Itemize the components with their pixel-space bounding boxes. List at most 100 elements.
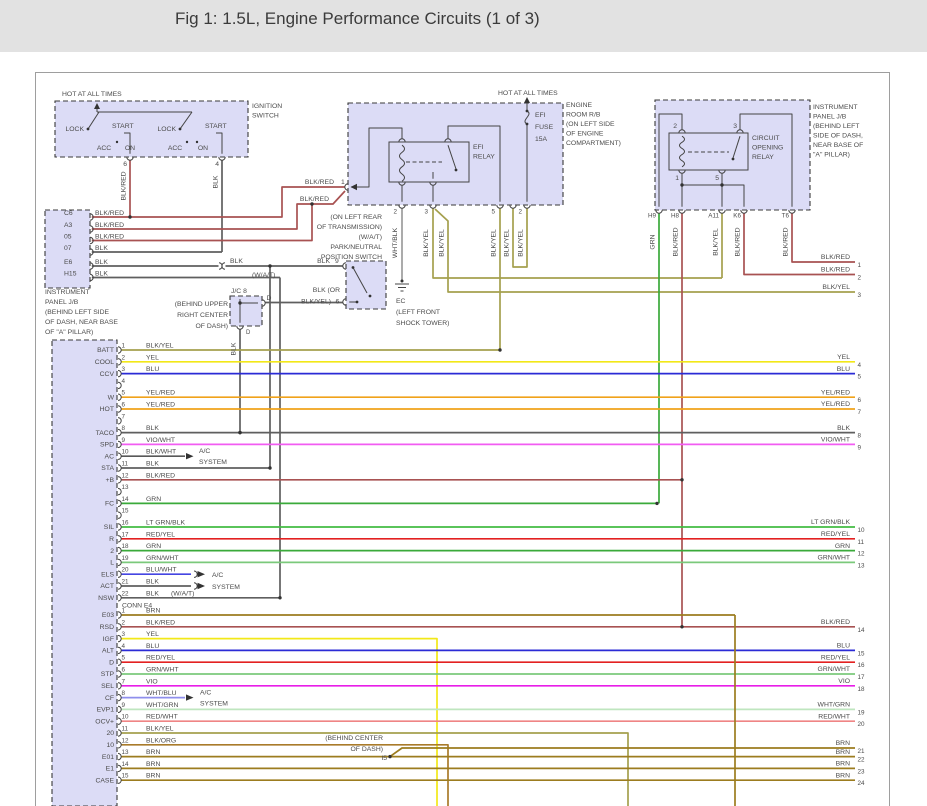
label: BLK/RED bbox=[95, 234, 124, 241]
label: BLK bbox=[230, 258, 243, 265]
label: BRN bbox=[146, 608, 160, 615]
junction-dot bbox=[87, 128, 90, 131]
label: 15 bbox=[122, 773, 130, 780]
label: INSTRUMENT bbox=[813, 104, 858, 111]
label: 19 bbox=[858, 709, 866, 716]
label: (W/A/T) bbox=[252, 272, 275, 279]
label: 07 bbox=[64, 245, 72, 252]
label: ROOM R/B bbox=[566, 112, 601, 119]
label: BLK bbox=[146, 590, 159, 597]
label: 3 bbox=[122, 631, 126, 638]
label: 13 bbox=[122, 484, 130, 491]
label: 19 bbox=[122, 555, 130, 562]
label: BLK/YEL bbox=[491, 229, 498, 257]
label: 6 bbox=[123, 161, 127, 168]
label: SYSTEM bbox=[199, 459, 227, 466]
label: I5 bbox=[381, 755, 387, 762]
label: BLK/YEL bbox=[504, 229, 511, 257]
label: ON bbox=[125, 145, 135, 152]
label: BLK/RED bbox=[821, 619, 850, 626]
label: BLU bbox=[146, 643, 159, 650]
label: RELAY bbox=[752, 154, 774, 161]
label: BLK/RED bbox=[673, 227, 680, 256]
label: RIGHT CENTER bbox=[177, 312, 228, 319]
label: BRN bbox=[146, 749, 160, 756]
label: CF bbox=[105, 695, 114, 702]
label: LT GRN/BLK bbox=[811, 519, 850, 526]
label: BLK bbox=[317, 258, 330, 265]
label: 12 bbox=[122, 737, 130, 744]
label: BLK/WHT bbox=[146, 449, 176, 456]
junction-dot bbox=[680, 183, 683, 186]
label: HOT AT ALL TIMES bbox=[62, 91, 122, 98]
label: AC bbox=[105, 453, 115, 460]
label: 21 bbox=[858, 748, 866, 755]
label: 9 bbox=[122, 702, 126, 709]
label: 12 bbox=[858, 551, 866, 558]
label: BRN bbox=[146, 761, 160, 768]
label: 22 bbox=[122, 590, 130, 597]
label: 21 bbox=[122, 579, 130, 586]
junction-dot bbox=[268, 264, 271, 267]
label: HOT AT ALL TIMES bbox=[498, 90, 558, 97]
label: GRN/WHT bbox=[818, 555, 850, 562]
label: START bbox=[112, 123, 134, 130]
label: T6 bbox=[782, 213, 790, 220]
label: 2 bbox=[518, 209, 522, 216]
label: BLK bbox=[213, 175, 220, 188]
label: 1 bbox=[122, 343, 126, 350]
component-box bbox=[348, 103, 563, 205]
label: RED/WHT bbox=[818, 713, 850, 720]
junction-dot bbox=[116, 141, 118, 143]
label: 3 bbox=[733, 123, 737, 130]
label: BLK bbox=[146, 579, 159, 586]
label: A11 bbox=[708, 213, 719, 220]
label: 7 bbox=[122, 413, 126, 420]
label: E03 bbox=[102, 612, 114, 619]
label: 10 bbox=[858, 527, 866, 534]
label: 1 bbox=[675, 175, 679, 182]
label: BLK/RED bbox=[783, 227, 790, 256]
label: 5 bbox=[491, 209, 495, 216]
label: BLU/WHT bbox=[146, 567, 177, 574]
label: 10 bbox=[122, 449, 130, 456]
label: WHT/BLU bbox=[146, 690, 177, 697]
label: E6 bbox=[64, 259, 73, 266]
label: OPENING bbox=[752, 145, 783, 152]
label: OF DASH) bbox=[351, 746, 383, 753]
label: 8 bbox=[858, 433, 862, 440]
label: 6 bbox=[858, 397, 862, 404]
label: A3 bbox=[64, 222, 73, 229]
label: BLK bbox=[95, 245, 108, 252]
label: D bbox=[246, 330, 251, 336]
label: TACO bbox=[96, 430, 114, 437]
label: BRN bbox=[836, 749, 850, 756]
label: "A" PILLAR) bbox=[813, 152, 850, 159]
label: ELS bbox=[101, 571, 114, 578]
label: BLK/RED bbox=[95, 210, 124, 217]
label: NSW bbox=[98, 595, 114, 602]
junction-dot bbox=[526, 110, 529, 113]
label: STP bbox=[101, 671, 115, 678]
label: H15 bbox=[64, 271, 77, 278]
label: OF ENGINE bbox=[566, 131, 604, 138]
label: 5 bbox=[858, 374, 862, 381]
label: (ON LEFT REAR bbox=[330, 214, 382, 221]
junction-dot bbox=[356, 301, 359, 304]
label: RELAY bbox=[473, 154, 495, 161]
label: 10 bbox=[106, 742, 114, 749]
label: ACC bbox=[168, 145, 182, 152]
label: 11 bbox=[122, 726, 129, 733]
label: RED/YEL bbox=[821, 654, 850, 661]
label: RED/YEL bbox=[821, 531, 850, 538]
junction-dot bbox=[186, 141, 188, 143]
label: SPD bbox=[100, 442, 114, 449]
label: K6 bbox=[733, 213, 741, 220]
label: BLK/RED bbox=[821, 267, 850, 274]
label: 2 bbox=[122, 354, 126, 361]
label: POSITION SWITCH bbox=[321, 254, 382, 261]
junction-dot bbox=[732, 158, 735, 161]
label: 10 bbox=[122, 714, 130, 721]
label: EFI bbox=[535, 112, 546, 119]
label: EC bbox=[396, 298, 406, 305]
